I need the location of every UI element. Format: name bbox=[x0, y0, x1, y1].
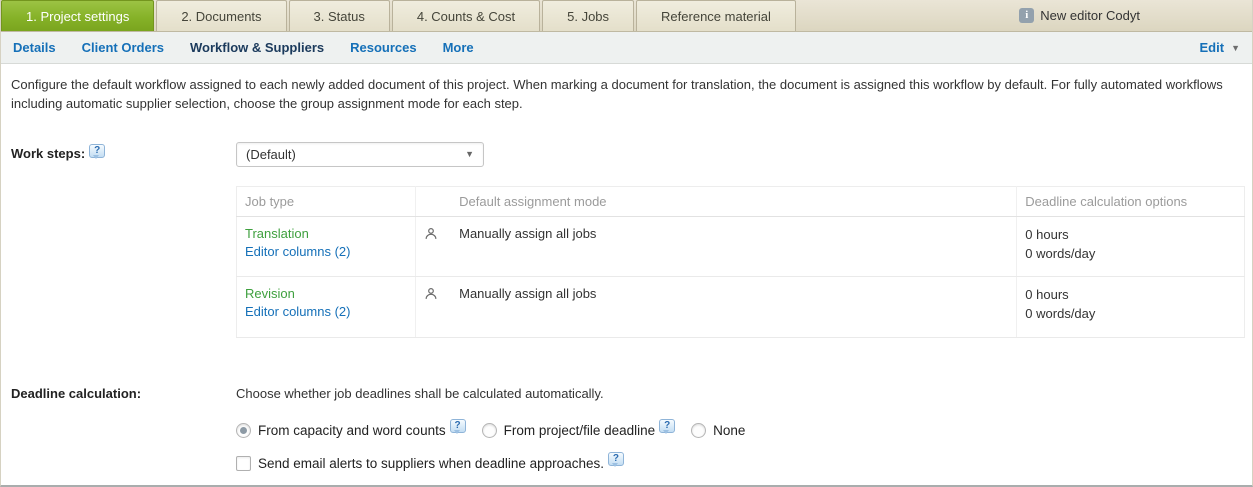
tab-label: 1. Project settings bbox=[26, 9, 129, 24]
radio-label: From capacity and word counts bbox=[258, 423, 446, 438]
assignment-mode-value: Manually assign all jobs bbox=[451, 216, 1017, 277]
tab-reference-material[interactable]: Reference material bbox=[636, 0, 796, 31]
col-header-job-type: Job type bbox=[237, 186, 416, 216]
work-steps-field-col: (Default) ▼ Job type Default assignment … bbox=[236, 142, 1245, 338]
workflow-select[interactable]: (Default) ▼ bbox=[236, 142, 484, 167]
subnav-item-client-orders[interactable]: Client Orders bbox=[82, 40, 164, 55]
radio-none[interactable]: None bbox=[691, 423, 745, 438]
deadline-calculation-row: Deadline calculation: Choose whether job… bbox=[11, 382, 1242, 471]
tab-label: 5. Jobs bbox=[567, 9, 609, 24]
work-steps-label-col: Work steps:? bbox=[11, 142, 236, 163]
app-window: 1. Project settings 2. Documents 3. Stat… bbox=[0, 0, 1253, 487]
deadline-field-col: Choose whether job deadlines shall be ca… bbox=[236, 382, 1242, 471]
subnav-item-resources[interactable]: Resources bbox=[350, 40, 416, 55]
col-header-assignment-icon bbox=[415, 186, 451, 216]
chevron-down-icon[interactable]: ▼ bbox=[1231, 43, 1240, 53]
tab-label: Reference material bbox=[661, 9, 771, 24]
edit-menu[interactable]: Edit ▼ bbox=[1200, 40, 1240, 55]
radio-button[interactable] bbox=[482, 423, 497, 438]
table-row-translation: Translation Editor columns (2) Manually … bbox=[237, 216, 1245, 277]
subnav-item-workflow-suppliers[interactable]: Workflow & Suppliers bbox=[190, 40, 324, 55]
tab-label: 2. Documents bbox=[181, 9, 261, 24]
radio-from-capacity[interactable]: From capacity and word counts ? bbox=[236, 423, 466, 438]
radio-label: None bbox=[713, 423, 745, 438]
radio-from-project-deadline[interactable]: From project/file deadline ? bbox=[482, 423, 676, 438]
assignment-mode-value: Manually assign all jobs bbox=[451, 277, 1017, 338]
deadline-description: Choose whether job deadlines shall be ca… bbox=[236, 382, 1242, 401]
help-icon[interactable]: ? bbox=[450, 419, 466, 433]
edit-button[interactable]: Edit bbox=[1200, 40, 1225, 55]
tab-jobs[interactable]: 5. Jobs bbox=[542, 0, 634, 31]
email-alerts-checkbox[interactable] bbox=[236, 456, 251, 471]
tab-status[interactable]: 3. Status bbox=[289, 0, 390, 31]
help-icon[interactable]: ? bbox=[659, 419, 675, 433]
notice-text: New editor Codyt bbox=[1040, 8, 1140, 23]
job-type-label: Translation bbox=[245, 226, 407, 241]
deadline-words: 0 words/day bbox=[1025, 305, 1236, 324]
workflow-select-value: (Default) bbox=[246, 147, 296, 162]
subnav-item-more[interactable]: More bbox=[443, 40, 474, 55]
table-header-row: Job type Default assignment mode Deadlin… bbox=[237, 186, 1245, 216]
info-icon: i bbox=[1019, 8, 1034, 23]
subnav-item-details[interactable]: Details bbox=[13, 40, 56, 55]
email-alerts-row: Send email alerts to suppliers when dead… bbox=[236, 456, 1242, 471]
new-editor-notice[interactable]: i New editor Codyt bbox=[1019, 0, 1252, 31]
radio-button[interactable] bbox=[236, 423, 251, 438]
tab-label: 4. Counts & Cost bbox=[417, 9, 515, 24]
radio-label: From project/file deadline bbox=[504, 423, 656, 438]
main-tab-bar: 1. Project settings 2. Documents 3. Stat… bbox=[1, 0, 1252, 32]
help-icon[interactable]: ? bbox=[608, 452, 624, 466]
help-icon[interactable]: ? bbox=[89, 144, 105, 158]
editor-columns-link[interactable]: Editor columns (2) bbox=[245, 304, 350, 319]
deadline-radio-group: From capacity and word counts ? From pro… bbox=[236, 423, 1242, 438]
job-type-label: Revision bbox=[245, 286, 407, 301]
sub-nav: Details Client Orders Workflow & Supplie… bbox=[1, 32, 1252, 64]
user-icon bbox=[424, 227, 438, 241]
radio-button[interactable] bbox=[691, 423, 706, 438]
editor-columns-link[interactable]: Editor columns (2) bbox=[245, 244, 350, 259]
deadline-words: 0 words/day bbox=[1025, 245, 1236, 264]
deadline-hours: 0 hours bbox=[1025, 286, 1236, 305]
col-header-assignment-mode: Default assignment mode bbox=[451, 186, 1017, 216]
work-steps-table: Job type Default assignment mode Deadlin… bbox=[236, 186, 1245, 338]
deadline-label-col: Deadline calculation: bbox=[11, 382, 236, 401]
intro-text: Configure the default workflow assigned … bbox=[11, 76, 1241, 114]
deadline-calculation-label: Deadline calculation: bbox=[11, 386, 141, 401]
email-alerts-label: Send email alerts to suppliers when dead… bbox=[258, 456, 604, 471]
dropdown-arrow-icon: ▼ bbox=[465, 149, 474, 159]
tab-label: 3. Status bbox=[314, 9, 365, 24]
work-steps-row: Work steps:? (Default) ▼ Job type Defaul… bbox=[11, 142, 1242, 338]
work-steps-label: Work steps: bbox=[11, 146, 85, 161]
main-content: Configure the default workflow assigned … bbox=[1, 64, 1252, 471]
col-header-deadline-options: Deadline calculation options bbox=[1017, 186, 1245, 216]
tab-project-settings[interactable]: 1. Project settings bbox=[1, 0, 154, 31]
table-row-revision: Revision Editor columns (2) Manually ass… bbox=[237, 277, 1245, 338]
tab-documents[interactable]: 2. Documents bbox=[156, 0, 286, 31]
user-icon bbox=[424, 287, 438, 301]
tab-counts-cost[interactable]: 4. Counts & Cost bbox=[392, 0, 540, 31]
deadline-hours: 0 hours bbox=[1025, 226, 1236, 245]
